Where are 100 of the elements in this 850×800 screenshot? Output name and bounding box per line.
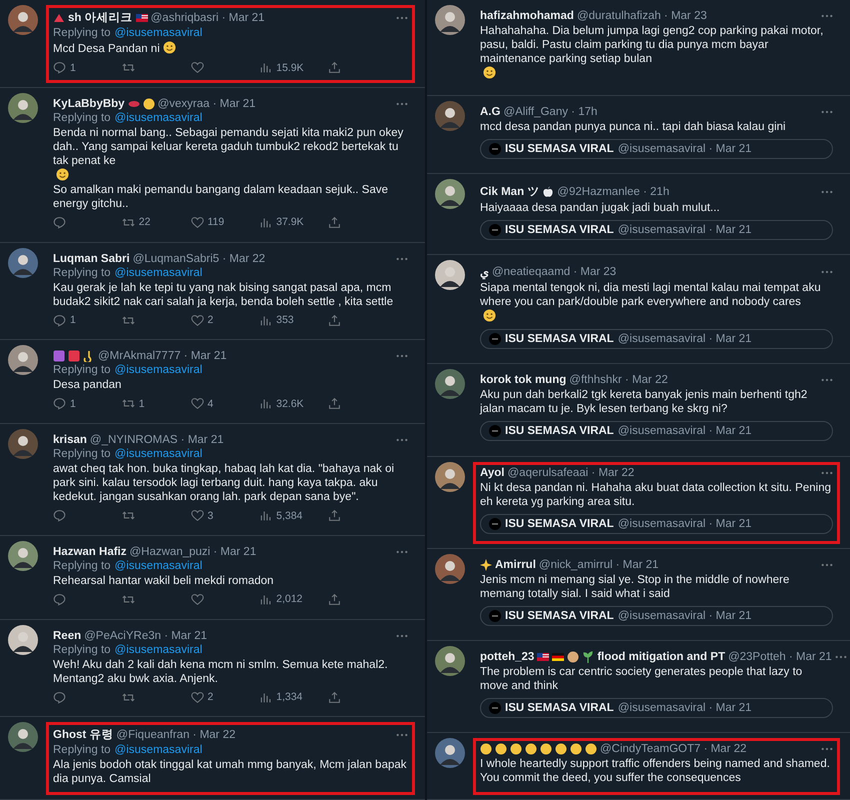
- handle-and-date[interactable]: @vexyraa · Mar 21: [158, 98, 256, 110]
- handle-and-date[interactable]: @MrAkmal7777 · Mar 21: [98, 350, 227, 362]
- user-name[interactable]: Ayol: [480, 466, 504, 479]
- user-name[interactable]: krisan: [53, 434, 87, 446]
- user-name[interactable]: Hazwan Hafiz: [53, 546, 126, 558]
- tweet[interactable]: sh 아세리크 @ashriqbasri · Mar 21 Replying to @isusemasaviral Mcd Desa Pandan ni 1 15.9K: [0, 0, 425, 88]
- tweet-text: Aku pun dah berkali2 tgk kereta banyak jenis main berhenti tgh2 jalan macam tu je. Byk lesen terbang ke skrg ni?: [480, 388, 808, 416]
- tweet-text: Siapa mental tengok ni, dia mesti lagi mental kalau mai tempat aku where you can park/double park everywhere and nobody cares: [480, 281, 822, 310]
- mention-link[interactable]: @isusemasaviral: [114, 644, 202, 656]
- retweet-button[interactable]: 1: [122, 397, 172, 410]
- like-button[interactable]: 2: [190, 690, 240, 704]
- handle-and-date[interactable]: @Aliff_Gany · 17h: [503, 106, 598, 118]
- quoted-tweet[interactable]: ISU SEMASA VIRAL @isusemasaviral · Mar 21: [480, 514, 833, 534]
- quoted-user-name: ISU SEMASA VIRAL: [505, 333, 614, 346]
- tweet[interactable]: korok tok mung @fthhshkr · Mar 22 Aku pun dah berkali2 tgk kereta banyak jenis main berhenti tgh2 jalan macam tu je. Byk lesen terbang ke skrg ni? ISU SEMASA VIRAL @isusemasaviral · Mar 21: [427, 364, 850, 457]
- handle-and-date[interactable]: @92Hazmanlee · 21h: [557, 186, 670, 198]
- handle-and-date[interactable]: @PeAciYRe3n · Mar 21: [84, 630, 208, 642]
- handle-and-date[interactable]: @neatieqaamd · Mar 23: [492, 266, 616, 278]
- tweet-text: Benda ni normal bang.. Sebagai pemandu sejati kita maki2 pun okey dah.. Yang sampai keluar kereta gaduh tumbuk2 rekod2 bertekak tu tak penat ke: [53, 126, 404, 168]
- like-button[interactable]: 119: [190, 216, 240, 229]
- handle-and-date[interactable]: @23Potteh · Mar 21: [728, 650, 832, 663]
- quoted-tweet[interactable]: ISU SEMASA VIRAL @isusemasaviral · Mar 21: [480, 421, 833, 442]
- mention-link[interactable]: @isusemasaviral: [114, 364, 202, 376]
- user-name[interactable]: Reen: [53, 630, 82, 642]
- replying-label: Replying to: [53, 112, 111, 124]
- like-button[interactable]: 3: [190, 509, 240, 522]
- user-name[interactable]: potteh_23: [480, 650, 534, 663]
- views-button[interactable]: 1,334: [259, 690, 310, 704]
- handle-and-date[interactable]: @ashriqbasri · Mar 21: [150, 12, 265, 24]
- quoted-tweet[interactable]: ISU SEMASA VIRAL @isusemasaviral · Mar 21: [480, 220, 833, 240]
- view-count: 2,012: [276, 593, 303, 606]
- user-name[interactable]: sh 아세리크: [68, 10, 133, 25]
- quoted-tweet[interactable]: ISU SEMASA VIRAL @isusemasaviral · Mar 21: [480, 698, 833, 718]
- user-name[interactable]: korok tok mung: [480, 374, 566, 386]
- views-button[interactable]: 5,384: [259, 509, 310, 522]
- replying-label: Replying to: [53, 364, 111, 376]
- like-button[interactable]: 4: [190, 397, 240, 410]
- reply-button[interactable]: 1: [53, 397, 103, 410]
- mention-link[interactable]: @isusemasaviral: [114, 112, 202, 124]
- handle-and-date[interactable]: @Hazwan_puzi · Mar 21: [130, 546, 256, 558]
- mention-link[interactable]: @isusemasaviral: [114, 448, 202, 460]
- like-button[interactable]: 2: [190, 314, 240, 326]
- reply-button[interactable]: 1: [53, 61, 103, 74]
- quoted-tweet[interactable]: ISU SEMASA VIRAL @isusemasaviral · Mar 21: [480, 329, 833, 350]
- tweet[interactable]: Cik Man ツ @92Hazmanlee · 21h Haiyaaaa desa pandan jugak jadi buah mulut... ISU SEMASA VIRAL @isusemasaviral · Mar 21: [427, 174, 850, 256]
- tweet[interactable]: @CindyTeamGOT7 · Mar 22 I whole heartedly support traffic offenders being named and shamed. You commit the deed, you suffer the consequences: [427, 732, 850, 800]
- handle-and-date[interactable]: @nick_amirrul · Mar 21: [538, 558, 659, 571]
- tweet[interactable]: Hazwan Hafiz @Hazwan_puzi · Mar 21 Replying to @isusemasaviral Rehearsal hantar wakil beli mekdi romadon 2,012: [0, 536, 425, 620]
- replying-label: Replying to: [53, 448, 111, 460]
- user-name[interactable]: A.G: [480, 106, 500, 118]
- reply-count: 1: [70, 398, 76, 410]
- views-button[interactable]: 353: [259, 314, 310, 326]
- tweet-text: Ni kt desa pandan ni. Hahaha aku buat data collection kt situ. Pening eh kereta yg parking area situ.: [480, 480, 832, 509]
- views-button[interactable]: 2,012: [259, 592, 310, 606]
- like-count: 3: [208, 510, 214, 522]
- handle-and-date[interactable]: @aqerulsafeaai · Mar 22: [508, 466, 634, 479]
- quoted-handle-and-date: @isusemasaviral · Mar 21: [618, 425, 752, 438]
- views-button[interactable]: 15.9K: [259, 61, 310, 74]
- tweet[interactable]: Ayol @aqerulsafeaai · Mar 22 Ni kt desa pandan ni. Hahaha aku buat data collection kt situ. Pening eh kereta yg parking area situ. ISU SEMASA VIRAL @isusemasaviral · Mar 21: [427, 456, 850, 549]
- mention-link[interactable]: @isusemasaviral: [114, 744, 202, 756]
- view-count: 37.9K: [276, 216, 304, 228]
- tweet[interactable]: hafizahmohamad @duratulhafizah · Mar 23 Hahahahaha. Dia belum jumpa lagi geng2 cop parking pakai motor, pasu, baldi. Pastu claim parking tu dia punya mcm bayar maintenance parking setiap bulan: [427, 0, 850, 96]
- quoted-handle-and-date: @isusemasaviral · Mar 21: [618, 702, 752, 714]
- replying-label: Replying to: [53, 644, 111, 656]
- user-name-suffix: flood mitigation and PT: [597, 650, 726, 663]
- quoted-tweet[interactable]: ISU SEMASA VIRAL @isusemasaviral · Mar 21: [480, 139, 833, 160]
- view-count: 5,384: [276, 510, 303, 522]
- handle-and-date[interactable]: @Fiqueanfran · Mar 22: [116, 728, 236, 741]
- handle-and-date[interactable]: @CindyTeamGOT7 · Mar 22: [600, 742, 747, 755]
- handle-and-date[interactable]: @LuqmanSabri5 · Mar 22: [132, 252, 266, 264]
- mention-link[interactable]: @isusemasaviral: [114, 27, 202, 39]
- tweet[interactable]: @MrAkmal7777 · Mar 21 Replying to @isusemasaviral Desa pandan 1 1 4 32.6K: [0, 340, 425, 424]
- user-name[interactable]: hafizahmohamad: [480, 10, 574, 22]
- view-count: 353: [276, 314, 294, 326]
- handle-and-date[interactable]: @duratulhafizah · Mar 23: [576, 10, 707, 22]
- like-count: 2: [208, 314, 214, 326]
- tweet[interactable]: Reen @PeAciYRe3n · Mar 21 Replying to @isusemasaviral Weh! Aku dah 2 kali dah kena mcm ni smlm. Semua kete mahal2. Mentang2 aku bwk axia. Anjenk. 2 1,334: [0, 620, 425, 718]
- user-name[interactable]: Luqman Sabri: [53, 252, 130, 264]
- user-name[interactable]: Amirrul: [495, 558, 536, 571]
- user-name[interactable]: Cik Man ツ: [480, 184, 540, 200]
- views-button[interactable]: 32.6K: [259, 397, 310, 410]
- tweet-text: mcd desa pandan punya punca ni.. tapi dah biasa kalau gini: [480, 120, 786, 134]
- quoted-handle-and-date: @isusemasaviral · Mar 21: [618, 610, 752, 622]
- tweet[interactable]: A.G @Aliff_Gany · 17h mcd desa pandan punya punca ni.. tapi dah biasa kalau gini ISU SEMASA VIRAL @isusemasaviral · Mar 21: [427, 96, 850, 174]
- tweet[interactable]: potteh_23 flood mitigation and PT @23Potteh · Mar 21 The problem is car centric society generates people that lazy to move and think ISU SEMASA VIRAL @isusemasaviral · Mar 21: [427, 640, 850, 733]
- quoted-tweet[interactable]: ISU SEMASA VIRAL @isusemasaviral · Mar 21: [480, 606, 833, 626]
- handle-and-date[interactable]: @fthhshkr · Mar 22: [569, 374, 668, 386]
- replying-label: Replying to: [53, 560, 111, 572]
- user-name[interactable]: ي: [480, 265, 489, 280]
- user-name[interactable]: KyLaBbyBby: [53, 98, 125, 110]
- retweet-button[interactable]: 22: [122, 216, 172, 229]
- reply-button[interactable]: 1: [53, 314, 103, 326]
- views-button[interactable]: 37.9K: [259, 216, 310, 229]
- tweet[interactable]: Ghost 유령 @Fiqueanfran · Mar 22 Replying to @isusemasaviral Ala jenis bodoh otak tinggal kat umah mmg banyak, Mcm jalan bapak dia punya. Camsial: [0, 717, 425, 800]
- user-name[interactable]: Ghost 유령: [53, 727, 114, 742]
- mention-link[interactable]: @isusemasaviral: [114, 560, 202, 572]
- tweet[interactable]: Amirrul @nick_amirrul · Mar 21 Jenis mcm ni memang sial ye. Stop in the middle of nowhere memang totally sial. I said what i said ISU SEMASA VIRAL @isusemasaviral · Mar 21: [427, 548, 850, 641]
- handle-and-date[interactable]: @_NYINROMAS · Mar 21: [90, 434, 224, 446]
- tweet-text: awat cheq tak hon. buka tingkap, habaq lah kat dia. "bahaya nak oi park sini. kalau tersodok lagi terbang duit. hang kaya takpa. aku kedekut. jangan susahkan orang lah. park depan sana bye".: [53, 462, 396, 504]
- mention-link[interactable]: @isusemasaviral: [114, 266, 202, 278]
